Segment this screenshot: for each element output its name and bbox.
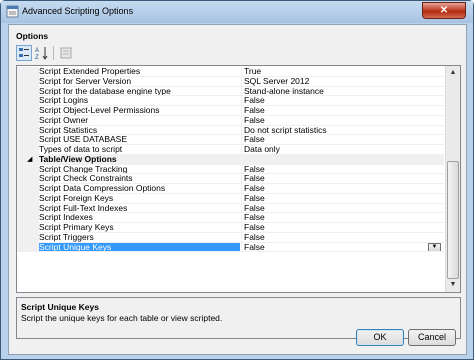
grid-property-row[interactable]: Script Change Tracking False (17, 164, 460, 175)
row-gutter (17, 223, 39, 233)
row-gutter (17, 106, 39, 116)
property-grid: ▲ ▼ Script Extended Properties True Script… (16, 65, 461, 293)
description-title: Script Unique Keys (21, 302, 99, 312)
close-icon: ✕ (439, 5, 449, 16)
svg-text:A: A (35, 48, 39, 54)
row-gutter (17, 174, 39, 184)
row-gutter (17, 96, 39, 106)
property-pages-icon (60, 47, 72, 59)
row-gutter (17, 193, 39, 204)
grid-property-row[interactable]: Script Triggers False (17, 232, 460, 243)
grid-property-row[interactable]: Script Foreign Keys False (17, 193, 460, 204)
grid-property-row[interactable]: Script Statistics Do not script statistic… (17, 125, 460, 136)
row-gutter (17, 184, 39, 194)
grid-property-row[interactable]: Script Data Compression Options False (17, 184, 460, 194)
row-gutter (17, 115, 39, 126)
row-gutter (17, 232, 39, 243)
grid-property-row[interactable]: Script Check Constraints False (17, 174, 460, 184)
close-button[interactable]: ✕ (422, 2, 466, 19)
grid-property-row[interactable]: Script Indexes False (17, 213, 460, 223)
options-heading: Options (16, 31, 49, 41)
title-bar[interactable]: Advanced Scripting Options ✕ (1, 1, 473, 23)
dialog-body: Options A Z ▲ ▼ Script Extended Properti… (8, 24, 467, 355)
window-title: Advanced Scripting Options (22, 6, 134, 16)
row-gutter (17, 145, 39, 155)
row-gutter (17, 67, 39, 77)
scroll-down-arrow-icon[interactable]: ▼ (446, 278, 460, 292)
row-gutter (17, 213, 39, 223)
ok-button[interactable]: OK (356, 329, 404, 346)
row-gutter (17, 203, 39, 214)
svg-text:Z: Z (35, 55, 39, 61)
grid-property-row[interactable]: Script Unique Keys False ▼ (17, 242, 460, 253)
grid-property-row[interactable]: Types of data to script Data only (17, 145, 460, 155)
grid-property-row[interactable]: Script Primary Keys False (17, 223, 460, 233)
row-gutter (17, 242, 39, 253)
value-dropdown-button[interactable]: ▼ (428, 242, 441, 252)
grid-property-row[interactable]: Script Object-Level Permissions False (17, 106, 460, 116)
collapse-icon[interactable]: ◢ (27, 155, 36, 165)
row-gutter (17, 164, 39, 175)
row-divider (39, 251, 444, 253)
grid-property-row[interactable]: Script for the database engine type Stand… (17, 86, 460, 97)
advanced-scripting-options-dialog: Advanced Scripting Options ✕ Options A Z (0, 0, 474, 360)
description-text: Script the unique keys for each table or… (21, 313, 223, 323)
property-pages-button[interactable] (58, 45, 74, 61)
toolbar-separator (53, 46, 54, 60)
grid-property-row[interactable]: Script Full-Text Indexes False (17, 203, 460, 214)
row-gutter (17, 86, 39, 97)
row-gutter (17, 76, 39, 87)
grid-property-row[interactable]: Script Owner False (17, 115, 460, 126)
cancel-button[interactable]: Cancel (408, 329, 456, 346)
grid-property-row[interactable]: Script USE DATABASE False (17, 135, 460, 145)
grid-property-row[interactable]: Script Logins False (17, 96, 460, 106)
grid-category-row[interactable]: ◢ Table/View Options (17, 154, 460, 165)
chevron-down-icon: ▼ (431, 243, 438, 250)
dialog-icon (6, 5, 19, 18)
grid-property-row[interactable]: Script for Server Version SQL Server 2012 (17, 76, 460, 87)
alphabetical-button[interactable]: A Z (34, 45, 50, 61)
grid-property-row[interactable]: Script Extended Properties True (17, 67, 460, 77)
row-gutter (17, 125, 39, 136)
row-gutter (17, 135, 39, 145)
categorized-button[interactable] (16, 45, 32, 61)
categorized-icon (19, 48, 29, 57)
alphabetical-sort-icon: A Z (35, 47, 48, 61)
